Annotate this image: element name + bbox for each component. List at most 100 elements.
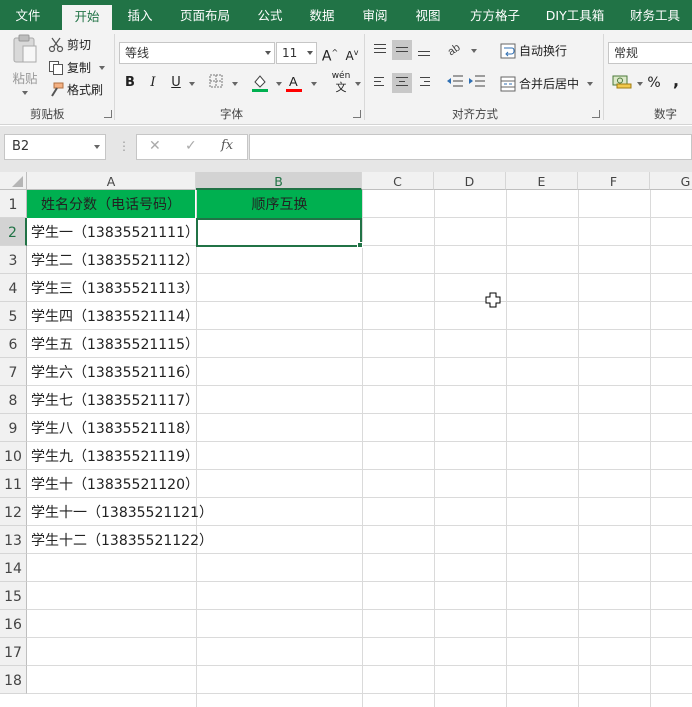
orientation-dropdown-arrow[interactable] [471, 49, 477, 53]
font-color-button[interactable]: A [284, 73, 304, 93]
row-header[interactable]: 16 [0, 610, 27, 638]
spreadsheet-grid[interactable]: A B C D E F G 1 2 3 4 5 6 7 8 9 10 11 12… [0, 172, 692, 707]
cell-a6[interactable]: 学生五（13835521115） [27, 330, 199, 358]
row-header[interactable]: 8 [0, 386, 27, 414]
tab-diy-toolbox[interactable]: DIY工具箱 [540, 0, 610, 30]
tab-home[interactable]: 开始 [62, 5, 112, 30]
underline-button[interactable]: U [166, 73, 186, 93]
align-middle-button[interactable] [392, 40, 412, 60]
cell-a2[interactable]: 学生一（13835521111） [27, 218, 199, 246]
tab-insert[interactable]: 插入 [120, 0, 160, 30]
fill-handle[interactable] [357, 242, 363, 248]
cell-a13[interactable]: 学生十二（13835521122） [27, 526, 213, 554]
wrap-text-button[interactable]: 自动换行 [500, 42, 567, 59]
increase-indent-button[interactable] [467, 73, 487, 93]
italic-button[interactable]: I [143, 73, 163, 93]
copy-dropdown-arrow[interactable] [99, 65, 106, 70]
borders-button[interactable] [206, 73, 226, 93]
select-all-corner[interactable] [0, 172, 27, 190]
number-format-select[interactable]: 常规 [608, 42, 692, 64]
row-header[interactable]: 7 [0, 358, 27, 386]
decrease-indent-button[interactable] [445, 73, 465, 93]
merge-center-button[interactable]: 合并后居中 [500, 75, 594, 92]
tab-formulas[interactable]: 公式 [250, 0, 290, 30]
align-center-button[interactable] [392, 73, 412, 93]
row-header[interactable]: 9 [0, 414, 27, 442]
row-header[interactable]: 1 [0, 190, 27, 218]
active-cell-b2[interactable] [196, 218, 362, 247]
orientation-button[interactable]: ab [445, 40, 467, 60]
row-header[interactable]: 11 [0, 470, 27, 498]
column-header-g[interactable]: G [650, 172, 692, 190]
tab-data[interactable]: 数据 [302, 0, 342, 30]
merge-center-dropdown-arrow[interactable] [587, 81, 594, 86]
align-top-button[interactable] [370, 40, 390, 60]
row-header[interactable]: 18 [0, 666, 27, 694]
percent-style-button[interactable]: % [644, 73, 664, 93]
cell-a8[interactable]: 学生七（13835521117） [27, 386, 199, 414]
tab-view[interactable]: 视图 [408, 0, 448, 30]
cell-a11[interactable]: 学生十（13835521120） [27, 470, 199, 498]
insert-function-icon[interactable]: fx [221, 138, 233, 153]
name-box[interactable]: B2 [4, 134, 106, 160]
cell-a4[interactable]: 学生三（13835521113） [27, 274, 199, 302]
cell-a10[interactable]: 学生九（13835521119） [27, 442, 199, 470]
phonetic-dropdown-arrow[interactable] [355, 82, 361, 86]
tab-file[interactable]: 文件 [4, 0, 52, 30]
align-left-button[interactable] [370, 73, 390, 93]
column-header-f[interactable]: F [578, 172, 650, 190]
cell-a9[interactable]: 学生八（13835521118） [27, 414, 199, 442]
cut-button[interactable]: 剪切 [48, 36, 91, 53]
row-header[interactable]: 6 [0, 330, 27, 358]
paste-button[interactable]: 粘贴 [8, 34, 42, 100]
bold-button[interactable]: B [120, 73, 140, 93]
tab-finance-tools[interactable]: 财务工具 [622, 0, 688, 30]
row-header[interactable]: 17 [0, 638, 27, 666]
fill-color-dropdown-arrow[interactable] [276, 82, 282, 86]
accounting-dropdown-arrow[interactable] [637, 82, 643, 86]
font-dialog-launcher-icon[interactable] [353, 110, 361, 118]
cell-a5[interactable]: 学生四（13835521114） [27, 302, 199, 330]
underline-dropdown-arrow[interactable] [189, 82, 195, 86]
tab-page-layout[interactable]: 页面布局 [172, 0, 238, 30]
column-header-b[interactable]: B [196, 172, 362, 190]
cell-a3[interactable]: 学生二（13835521112） [27, 246, 199, 274]
cell-b1[interactable]: 顺序互换 [197, 190, 362, 218]
formula-input[interactable] [249, 134, 692, 160]
decrease-font-size-button[interactable]: Av [342, 43, 362, 63]
tab-fangfanggezi[interactable]: 方方格子 [462, 0, 528, 30]
row-header[interactable]: 5 [0, 302, 27, 330]
cell-a1[interactable]: 姓名分数（电话号码） [27, 190, 196, 218]
row-header[interactable]: 4 [0, 274, 27, 302]
copy-button[interactable]: 复制 [48, 59, 106, 76]
tab-review[interactable]: 审阅 [355, 0, 395, 30]
column-header-d[interactable]: D [434, 172, 506, 190]
borders-dropdown-arrow[interactable] [232, 82, 238, 86]
increase-font-size-button[interactable]: A^ [320, 43, 340, 65]
column-header-c[interactable]: C [362, 172, 434, 190]
paste-dropdown-arrow[interactable] [22, 91, 28, 95]
comma-style-button[interactable]: , [666, 71, 686, 91]
alignment-dialog-launcher-icon[interactable] [592, 110, 600, 118]
font-size-select[interactable]: 11 [276, 42, 317, 64]
row-header[interactable]: 12 [0, 498, 27, 526]
phonetic-guide-button[interactable]: wén 文 [329, 71, 353, 93]
column-header-a[interactable]: A [27, 172, 196, 190]
enter-icon[interactable]: ✓ [185, 138, 197, 154]
row-header[interactable]: 10 [0, 442, 27, 470]
row-header[interactable]: 15 [0, 582, 27, 610]
cancel-icon[interactable]: ✕ [149, 138, 161, 154]
row-header[interactable]: 2 [0, 218, 27, 246]
accounting-format-button[interactable] [611, 73, 633, 93]
cell-a12[interactable]: 学生十一（13835521121） [27, 498, 213, 526]
row-header[interactable]: 13 [0, 526, 27, 554]
format-painter-button[interactable]: 格式刷 [48, 81, 103, 98]
font-name-select[interactable]: 等线 [119, 42, 275, 64]
font-color-dropdown-arrow[interactable] [311, 82, 317, 86]
row-header[interactable]: 14 [0, 554, 27, 582]
fill-color-button[interactable] [250, 73, 270, 93]
cell-a7[interactable]: 学生六（13835521116） [27, 358, 199, 386]
column-header-e[interactable]: E [506, 172, 578, 190]
align-right-button[interactable] [414, 73, 434, 93]
align-bottom-button[interactable] [414, 40, 434, 60]
